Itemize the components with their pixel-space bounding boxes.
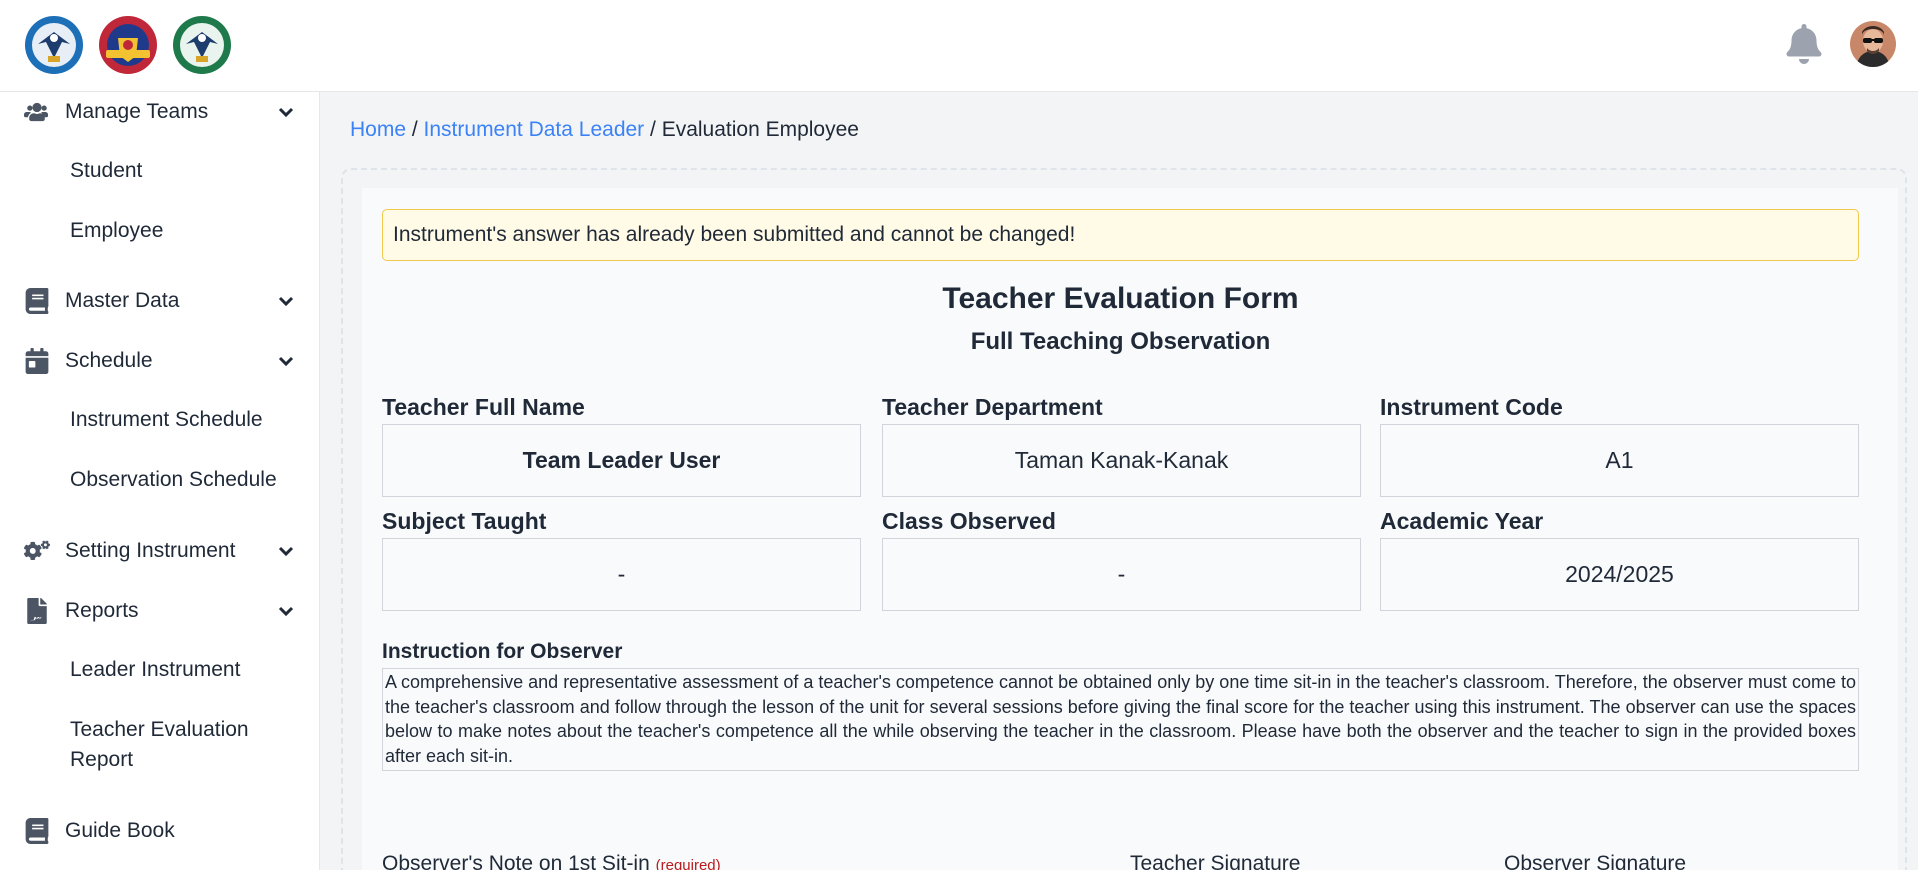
sidebar-item-reports[interactable]: Reports (0, 591, 320, 631)
sidebar-item-label: Schedule (65, 349, 153, 372)
subject-taught-field: - (382, 538, 861, 611)
file-signature-icon (24, 598, 50, 624)
instrument-code-label: Instrument Code (1380, 394, 1563, 420)
sidebar-item-schedule[interactable]: Schedule (0, 341, 320, 381)
bell-icon[interactable] (1785, 24, 1823, 64)
form-title: Teacher Evaluation Form (942, 282, 1299, 315)
sidebar-item-employee[interactable]: Employee (70, 216, 163, 246)
breadcrumb-home-link[interactable]: Home (350, 118, 406, 141)
academic-year-label: Academic Year (1380, 508, 1544, 534)
gears-icon (24, 538, 50, 564)
teacher-department-field: Taman Kanak-Kanak (882, 424, 1361, 497)
chevron-down-icon (276, 102, 296, 122)
sidebar-item-teacher-evaluation-report[interactable]: Teacher Evaluation Report (70, 715, 249, 775)
chevron-down-icon (276, 291, 296, 311)
sidebar-item-observation-schedule[interactable]: Observation Schedule (70, 465, 277, 495)
submitted-warning-alert: Instrument's answer has already been sub… (382, 209, 1859, 261)
observer-note-label-text: Observer's Note on 1st Sit-in (382, 852, 650, 870)
sidebar-item-guide-book[interactable]: Guide Book (0, 811, 320, 851)
top-header (0, 0, 1918, 92)
book-icon (24, 288, 50, 314)
breadcrumb-section-link[interactable]: Instrument Data Leader (424, 118, 645, 141)
sidebar-item-label: Teacher Evaluation (70, 718, 249, 741)
instruction-label: Instruction for Observer (382, 640, 623, 663)
chevron-down-icon (276, 541, 296, 561)
instrument-code-field: A1 (1380, 424, 1859, 497)
teacher-full-name-label: Teacher Full Name (382, 394, 585, 420)
teacher-signature-label: Teacher Signature (1130, 852, 1301, 870)
chevron-down-icon (276, 601, 296, 621)
form-subtitle: Full Teaching Observation (970, 328, 1271, 355)
sidebar-item-label: Reports (65, 599, 139, 622)
user-avatar[interactable] (1850, 21, 1896, 67)
sidebar: Manage Teams Student Employee Master Dat… (0, 92, 320, 870)
class-observed-field: - (882, 538, 1361, 611)
sidebar-item-leader-instrument[interactable]: Leader Instrument (70, 655, 240, 685)
chevron-down-icon (276, 351, 296, 371)
sidebar-item-label: Master Data (65, 289, 180, 312)
sidebar-item-student[interactable]: Student (70, 156, 142, 186)
sidebar-item-setting-instrument[interactable]: Setting Instrument (0, 531, 320, 571)
calendar-icon (24, 348, 50, 374)
breadcrumb-separator: / (406, 118, 424, 141)
school-logo-3[interactable] (172, 14, 232, 76)
breadcrumb-separator: / (644, 118, 662, 141)
school-logo-1[interactable] (24, 14, 84, 76)
observer-note-label: Observer's Note on 1st Sit-in (required) (382, 852, 721, 870)
sidebar-item-label-line2: Report (70, 748, 134, 771)
logo-group (24, 14, 232, 76)
breadcrumb: Home / Instrument Data Leader / Evaluati… (350, 118, 859, 142)
breadcrumb-current: Evaluation Employee (661, 118, 859, 141)
sidebar-item-master-data[interactable]: Master Data (0, 281, 320, 321)
academic-year-field: 2024/2025 (1380, 538, 1859, 611)
class-observed-label: Class Observed (882, 508, 1056, 534)
sidebar-item-manage-teams[interactable]: Manage Teams (0, 92, 320, 132)
users-icon (24, 99, 50, 125)
school-logo-2[interactable] (98, 14, 158, 76)
instruction-text: A comprehensive and representative asses… (382, 668, 1859, 771)
sidebar-item-instrument-schedule[interactable]: Instrument Schedule (70, 405, 263, 435)
required-marker: (required) (655, 857, 721, 870)
teacher-department-label: Teacher Department (882, 394, 1103, 420)
sidebar-item-label: Manage Teams (65, 100, 209, 123)
observer-signature-label: Observer Signature (1504, 852, 1687, 870)
sidebar-item-label: Setting Instrument (65, 539, 236, 562)
teacher-full-name-field: Team Leader User (382, 424, 861, 497)
subject-taught-label: Subject Taught (382, 508, 547, 534)
book-icon (24, 818, 50, 844)
sidebar-item-label: Guide Book (65, 819, 175, 842)
